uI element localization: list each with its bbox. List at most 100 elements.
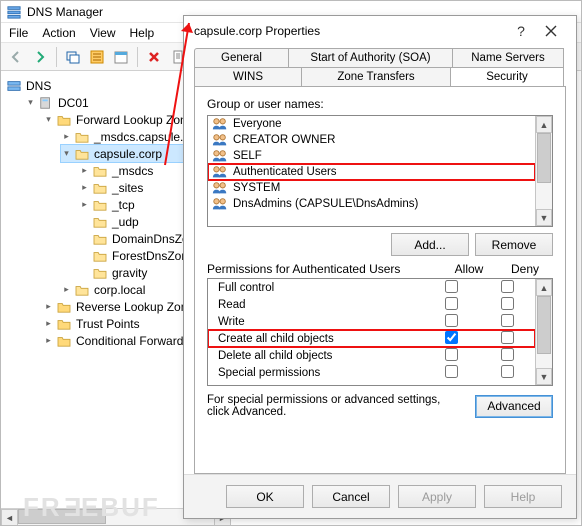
allow-checkbox[interactable] [445, 280, 458, 293]
deny-checkbox[interactable] [501, 314, 514, 327]
folder-icon [57, 335, 71, 347]
tab-general[interactable]: General [194, 48, 289, 67]
arrow-right-icon [33, 50, 47, 64]
folder-icon [57, 114, 71, 126]
deny-checkbox[interactable] [501, 297, 514, 310]
expander-icon[interactable]: ▾ [25, 97, 36, 108]
users-icon [212, 181, 228, 195]
menu-file[interactable]: File [9, 26, 28, 40]
permission-label: Write [218, 316, 423, 328]
principal-row[interactable]: SELF [208, 148, 535, 164]
window-icon [66, 50, 80, 64]
nav-forward-button[interactable] [29, 46, 51, 68]
details-button[interactable] [86, 46, 108, 68]
dns-root-icon [7, 79, 21, 93]
deny-checkbox[interactable] [501, 365, 514, 378]
principal-label: Everyone [233, 118, 282, 130]
remove-principal-button[interactable]: Remove [475, 233, 553, 256]
allow-column-header: Allow [441, 262, 497, 276]
permission-row: Read [208, 296, 535, 313]
expander-icon[interactable]: ▸ [61, 131, 72, 142]
expander-icon[interactable]: ▾ [43, 114, 54, 125]
dns-app-icon [7, 5, 21, 19]
users-icon [212, 133, 228, 147]
permission-row: Write [208, 313, 535, 330]
advanced-hint-text: For special permissions or advanced sett… [207, 394, 465, 418]
permission-label: Read [218, 299, 423, 311]
folder-icon [93, 233, 107, 245]
permission-label: Full control [218, 282, 423, 294]
new-window-button[interactable] [62, 46, 84, 68]
principal-label: DnsAdmins (CAPSULE\DnsAdmins) [233, 198, 418, 210]
properties-dialog: capsule.corp Properties ? General Start … [183, 15, 577, 519]
scroll-up-icon[interactable]: ▲ [536, 116, 552, 133]
folder-icon [93, 250, 107, 262]
permissions-scrollbar[interactable]: ▲ ▼ [535, 279, 552, 385]
deny-checkbox[interactable] [501, 280, 514, 293]
group-or-user-names-label: Group or user names: [207, 97, 553, 111]
cancel-button[interactable]: Cancel [312, 485, 390, 508]
list-icon [90, 50, 104, 64]
users-icon [212, 117, 228, 131]
allow-checkbox[interactable] [445, 365, 458, 378]
folder-icon [93, 199, 107, 211]
allow-checkbox[interactable] [445, 314, 458, 327]
principal-row[interactable]: CREATOR OWNER [208, 132, 535, 148]
dialog-help-button[interactable]: ? [506, 19, 536, 43]
delete-icon [147, 50, 161, 64]
folder-icon [93, 165, 107, 177]
nav-back-button[interactable] [5, 46, 27, 68]
scroll-down-icon[interactable]: ▼ [536, 368, 552, 385]
tab-soa[interactable]: Start of Authority (SOA) [288, 48, 453, 67]
tab-zone-transfers[interactable]: Zone Transfers [301, 67, 451, 86]
permission-label: Create all child objects [218, 333, 423, 345]
allow-checkbox[interactable] [445, 348, 458, 361]
deny-checkbox[interactable] [501, 348, 514, 361]
scroll-left-icon[interactable]: ◄ [1, 509, 18, 526]
security-tab-page: Group or user names: Everyone CREATOR OWN… [194, 86, 566, 474]
principal-label: SELF [233, 150, 262, 162]
expander-icon[interactable]: ▾ [61, 148, 72, 159]
folder-icon [93, 216, 107, 228]
menu-view[interactable]: View [90, 26, 116, 40]
users-icon [212, 197, 228, 211]
dialog-titlebar: capsule.corp Properties ? [184, 16, 576, 46]
permission-row: Create all child objects [208, 330, 535, 347]
deny-checkbox[interactable] [501, 331, 514, 344]
scroll-up-icon[interactable]: ▲ [536, 279, 552, 296]
scrollbar-thumb[interactable] [18, 509, 106, 524]
calendar-button[interactable] [110, 46, 132, 68]
permission-row: Delete all child objects [208, 347, 535, 364]
folder-open-icon [75, 148, 89, 160]
principal-row[interactable]: SYSTEM [208, 180, 535, 196]
advanced-button[interactable]: Advanced [475, 395, 553, 418]
arrow-left-icon [9, 50, 23, 64]
principals-scrollbar[interactable]: ▲ ▼ [535, 116, 552, 226]
scrollbar-thumb[interactable] [537, 133, 551, 183]
principal-row[interactable]: DnsAdmins (CAPSULE\DnsAdmins) [208, 196, 535, 212]
principal-row[interactable]: Authenticated Users [208, 164, 535, 180]
folder-icon [93, 267, 107, 279]
add-principal-button[interactable]: Add... [391, 233, 469, 256]
dialog-close-button[interactable] [536, 19, 566, 43]
ok-button[interactable]: OK [226, 485, 304, 508]
tab-wins[interactable]: WINS [194, 67, 302, 86]
scroll-down-icon[interactable]: ▼ [536, 209, 552, 226]
folder-icon [93, 182, 107, 194]
allow-checkbox[interactable] [445, 331, 458, 344]
tab-nameservers[interactable]: Name Servers [452, 48, 564, 67]
allow-checkbox[interactable] [445, 297, 458, 310]
scrollbar-thumb[interactable] [537, 296, 551, 354]
permissions-header: Permissions for Authenticated Users Allo… [207, 262, 553, 276]
help-dialog-button[interactable]: Help [484, 485, 562, 508]
menu-action[interactable]: Action [42, 26, 75, 40]
apply-button[interactable]: Apply [398, 485, 476, 508]
menu-help[interactable]: Help [130, 26, 155, 40]
principals-list[interactable]: Everyone CREATOR OWNER SELF Authenticated U… [207, 115, 553, 227]
deny-column-header: Deny [497, 262, 553, 276]
principal-label: SYSTEM [233, 182, 280, 194]
delete-button[interactable] [143, 46, 165, 68]
tab-security[interactable]: Security [450, 67, 564, 86]
folder-icon [75, 131, 89, 143]
principal-row[interactable]: Everyone [208, 116, 535, 132]
